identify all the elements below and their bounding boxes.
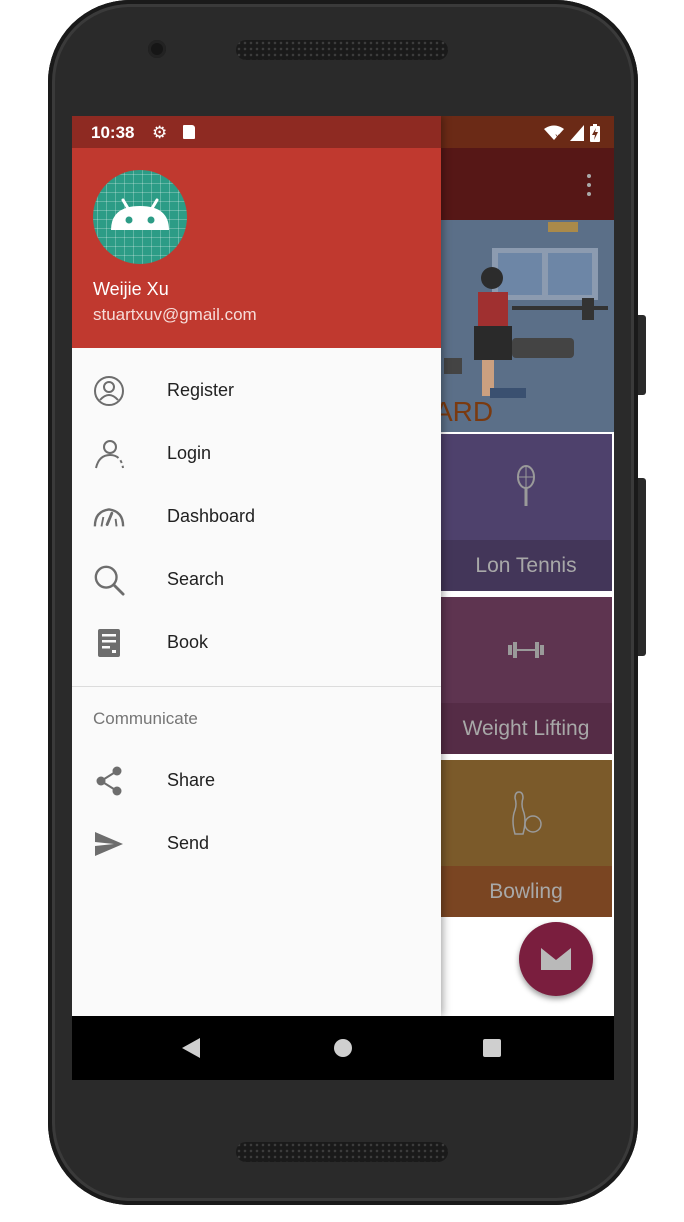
volume-button (638, 478, 646, 656)
menu-item-label: Search (167, 569, 225, 589)
menu-item-label: Login (167, 443, 212, 463)
wifi-icon: x (544, 125, 564, 141)
person-icon (93, 438, 125, 470)
menu-item-login[interactable]: Login (72, 422, 441, 485)
menu-item-label: Register (167, 380, 235, 400)
status-time: 10:38 (91, 123, 135, 142)
screen: x ARD Lon Tennis Weight Lifting Bowling … (72, 116, 614, 1080)
svg-text:x: x (555, 132, 560, 141)
earpiece-speaker (236, 40, 448, 60)
navigation-drawer: 10:38 ⚙ Weijie Xu stuartxuv@gmail.com Re… (72, 116, 441, 1016)
tennis-racket-icon (517, 465, 535, 506)
android-robot-icon (111, 198, 169, 230)
avatar[interactable] (93, 170, 187, 264)
email-fab[interactable] (519, 922, 593, 996)
user-name: Weijie Xu (93, 279, 169, 299)
mail-icon (541, 948, 571, 970)
drawer-menu: Register Login Dashboard Search Book Com… (72, 348, 441, 875)
power-button (638, 315, 646, 395)
overflow-menu-icon[interactable] (586, 174, 592, 196)
section-title: Communicate (93, 709, 198, 728)
sport-card-bowling[interactable]: Bowling (440, 760, 612, 917)
search-icon (93, 564, 125, 596)
sport-card-label: Lon Tennis (440, 540, 612, 591)
account-circle-icon (93, 375, 125, 407)
system-navigation-bar (72, 1016, 614, 1080)
share-icon (93, 765, 125, 797)
menu-item-send[interactable]: Send (72, 812, 441, 875)
menu-item-label: Book (167, 632, 209, 652)
drawer-header: Weijie Xu stuartxuv@gmail.com (72, 148, 441, 348)
menu-item-label: Send (167, 833, 210, 853)
sport-card-tennis[interactable]: Lon Tennis (440, 434, 612, 591)
menu-item-register[interactable]: Register (72, 359, 441, 422)
back-icon[interactable] (182, 1038, 200, 1058)
menu-item-label: Share (167, 770, 216, 790)
sport-card-label: Weight Lifting (440, 703, 612, 754)
menu-item-dashboard[interactable]: Dashboard (72, 485, 441, 548)
recent-apps-icon[interactable] (483, 1039, 501, 1057)
settings-gear-icon: ⚙ (152, 123, 168, 142)
section-header: Communicate (72, 687, 441, 749)
menu-item-book[interactable]: Book (72, 611, 441, 674)
user-email: stuartxuv@gmail.com (93, 305, 257, 324)
sd-card-icon (183, 125, 195, 139)
signal-icon (570, 125, 584, 141)
speedometer-icon (93, 501, 125, 533)
menu-item-label: Dashboard (167, 506, 256, 526)
sport-card-label: Bowling (440, 866, 612, 917)
menu-item-search[interactable]: Search (72, 548, 441, 611)
hero-title-text: ARD (434, 396, 494, 427)
home-icon[interactable] (334, 1039, 352, 1057)
send-icon (93, 828, 125, 860)
battery-icon (590, 124, 600, 142)
dumbbell-icon (508, 642, 544, 658)
bottom-speaker (236, 1142, 448, 1162)
bowling-icon (512, 791, 542, 835)
status-bar: 10:38 ⚙ (72, 116, 441, 148)
front-camera (148, 40, 166, 58)
status-icons: x (544, 124, 600, 142)
sport-card-weight-lifting[interactable]: Weight Lifting (440, 597, 612, 754)
menu-item-share[interactable]: Share (72, 749, 441, 812)
book-icon (93, 627, 125, 659)
